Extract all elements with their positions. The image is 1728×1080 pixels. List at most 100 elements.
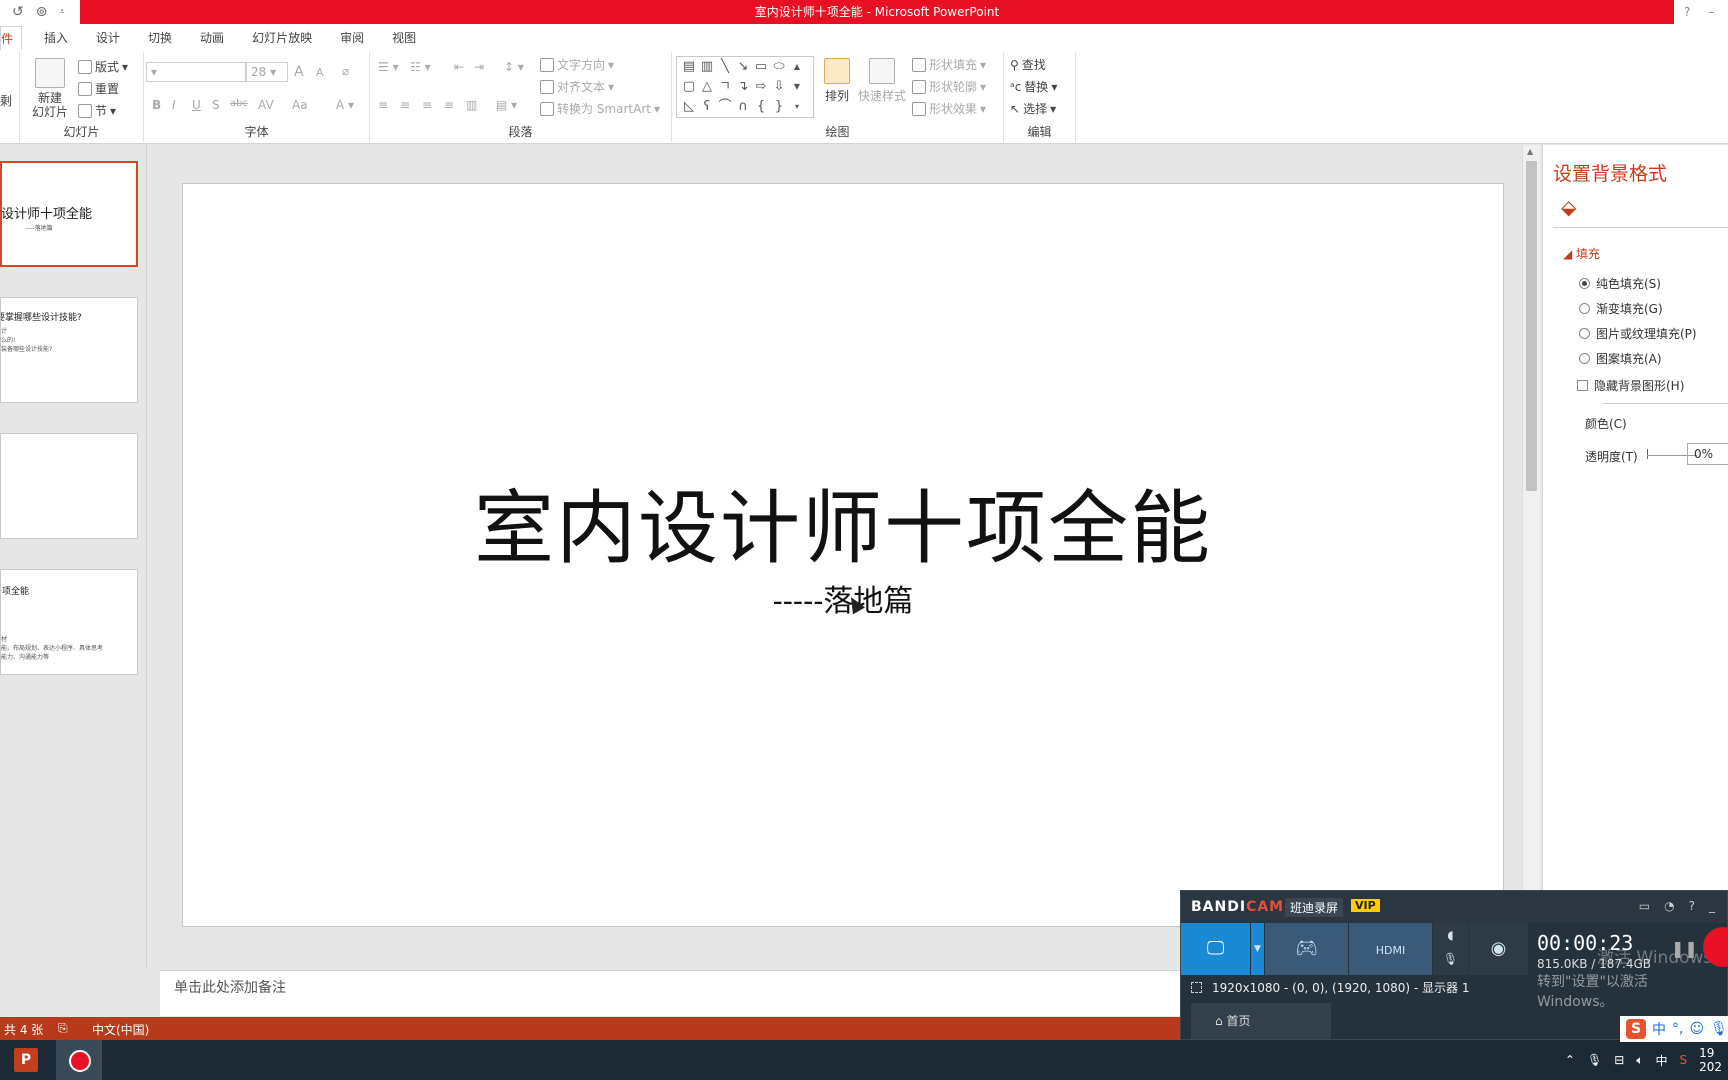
microphone-icon[interactable]: 🎙︎	[1587, 1053, 1602, 1067]
find-button[interactable]: ⚲ 查找	[1010, 56, 1046, 73]
scroll-up-icon[interactable]: ▲	[1527, 147, 1533, 156]
layout-button[interactable]: 版式 ▾	[78, 58, 128, 75]
speaker-icon[interactable]: ◖	[1447, 928, 1453, 942]
brace-left-shape-icon[interactable]: {	[752, 97, 770, 117]
tab-transitions[interactable]: 切换	[134, 26, 186, 50]
vertical-scrollbar[interactable]: ▲	[1522, 145, 1540, 967]
decrease-indent-icon[interactable]: ⇤	[454, 60, 464, 74]
freeform-shape-icon[interactable]: ◺	[680, 97, 698, 117]
increase-indent-icon[interactable]: ⇥	[474, 60, 484, 74]
bandicam-taskbar-icon[interactable]	[56, 1040, 102, 1080]
pause-icon[interactable]: ❚❚	[1671, 939, 1698, 958]
radio-button[interactable]	[1579, 303, 1590, 314]
webcam-button[interactable]: ◉	[1469, 923, 1529, 975]
grow-font-button[interactable]: A	[294, 64, 304, 80]
radio-button[interactable]	[1579, 328, 1590, 339]
clear-format-icon[interactable]: ⌀	[342, 64, 349, 78]
clock[interactable]: 19 202	[1699, 1046, 1722, 1074]
slide-thumbnail-2[interactable]: 需要掌握哪些设计技能? 计 么的! 装备哪些设计技能?	[0, 297, 138, 403]
italic-button[interactable]: I	[172, 98, 176, 112]
customize-qat-icon[interactable]: ⩡	[59, 7, 64, 17]
tab-design[interactable]: 设计	[82, 26, 134, 50]
volume-icon[interactable]: 🔈︎	[1636, 1053, 1643, 1068]
tab-slideshow[interactable]: 幻灯片放映	[238, 26, 326, 50]
vip-badge[interactable]: VIP	[1351, 899, 1380, 912]
align-center-icon[interactable]: ≡	[400, 98, 410, 112]
slide-thumbnail-3[interactable]	[0, 433, 138, 539]
transparency-slider-handle[interactable]	[1647, 449, 1648, 459]
tab-view[interactable]: 视图	[378, 26, 430, 50]
shape-fill-button[interactable]: 形状填充 ▾	[912, 56, 986, 73]
tab-file[interactable]: 文件	[0, 26, 22, 50]
sogou-tray-icon[interactable]: S	[1679, 1053, 1687, 1067]
language-indicator[interactable]: 中文(中国)	[92, 1021, 149, 1038]
radio-gradient-fill[interactable]: 渐变填充(G)	[1579, 300, 1663, 317]
vtextbox-shape-icon[interactable]: ▥	[698, 57, 716, 77]
justify-icon[interactable]: ≡	[444, 98, 454, 112]
font-color-button[interactable]: A ▾	[336, 98, 354, 112]
curve-shape-icon[interactable]: ∩	[734, 97, 752, 117]
home-nav-item[interactable]: ⌂ 首页	[1191, 1003, 1331, 1039]
gallery-up-icon[interactable]: ▲	[788, 57, 806, 77]
arrow-line-shape-icon[interactable]: ↘	[734, 57, 752, 77]
align-right-icon[interactable]: ≡	[422, 98, 432, 112]
change-case-button[interactable]: Aa	[292, 98, 308, 112]
minimize-button[interactable]: –	[1708, 5, 1714, 19]
transparency-input[interactable]: 0%	[1687, 443, 1728, 465]
emoji-icon[interactable]: ☺	[1689, 1021, 1704, 1037]
slide-title[interactable]: 室内设计师十项全能	[183, 464, 1503, 580]
help-button[interactable]: ?	[1684, 5, 1690, 19]
gallery-more-icon[interactable]: ▾	[788, 97, 806, 117]
align-left-icon[interactable]: ≡	[378, 98, 388, 112]
help-icon[interactable]: ?	[1689, 899, 1695, 913]
underline-button[interactable]: U	[192, 98, 201, 112]
columns-icon[interactable]: ▤ ▾	[496, 98, 517, 112]
radio-pattern-fill[interactable]: 图案填充(A)	[1579, 350, 1662, 367]
tab-insert[interactable]: 插入	[30, 26, 82, 50]
bullets-icon[interactable]: ☰ ▾	[378, 60, 399, 74]
ime-floating-bar[interactable]: S 中 °, ☺ 🎙︎	[1620, 1016, 1728, 1042]
new-slide-button[interactable]: 新建 幻灯片	[32, 58, 68, 119]
screen-mode-button[interactable]: 🖵︎	[1181, 923, 1251, 975]
game-mode-button[interactable]: 🎮︎	[1265, 923, 1349, 975]
gallery-down-icon[interactable]: ▼	[788, 77, 806, 97]
convert-smartart-button[interactable]: 转换为 SmartArt ▾	[540, 100, 660, 117]
font-name-combo[interactable]: ▾	[146, 62, 246, 82]
replace-button[interactable]: ᵃc 替换 ▾	[1010, 78, 1057, 95]
select-button[interactable]: ↖ 选择 ▾	[1010, 100, 1056, 117]
radio-button[interactable]	[1579, 278, 1590, 289]
font-size-combo[interactable]: 28 ▾	[246, 62, 288, 82]
device-mode-button[interactable]: HDMI	[1349, 923, 1433, 975]
arc-shape-icon[interactable]: ⌒	[716, 97, 734, 117]
line-spacing-icon[interactable]: ↕ ▾	[504, 60, 524, 74]
slide-thumbnail-4[interactable]: 十项全能 材 能、布局规划、表达小程序、具体思考 能力、沟通能力等	[0, 569, 138, 675]
radio-button[interactable]	[1579, 353, 1590, 364]
triangle-shape-icon[interactable]: △	[698, 77, 716, 97]
punctuation-icon[interactable]: °,	[1672, 1021, 1683, 1037]
tab-review[interactable]: 审阅	[326, 26, 378, 50]
rect-shape-icon[interactable]: ▭	[752, 57, 770, 77]
down-arrow-shape-icon[interactable]: ⇩	[770, 77, 788, 97]
slideshow-icon[interactable]: ⊚	[36, 4, 48, 20]
scribble-shape-icon[interactable]: ʕ	[698, 97, 716, 117]
current-slide[interactable]: 室内设计师十项全能 -----落地篇	[182, 183, 1504, 927]
shrink-font-button[interactable]: A	[316, 66, 324, 79]
redo-icon[interactable]: ↺	[12, 4, 24, 20]
scrollbar-thumb[interactable]	[1526, 161, 1537, 491]
bold-button[interactable]: B	[152, 98, 161, 112]
slide-thumbnail-1[interactable]: 内设计师十项全能 ----落地篇	[0, 161, 138, 267]
folder-icon[interactable]: ▭	[1639, 899, 1650, 913]
checkbox[interactable]	[1577, 380, 1588, 391]
textbox-shape-icon[interactable]: ▤	[680, 57, 698, 77]
char-spacing-button[interactable]: AV	[258, 98, 274, 112]
tray-up-arrow-icon[interactable]: ⌃	[1565, 1053, 1575, 1067]
elbow-arrow-shape-icon[interactable]: ↴	[734, 77, 752, 97]
minimize-icon[interactable]: _	[1709, 899, 1715, 913]
radio-picture-fill[interactable]: 图片或纹理填充(P)	[1579, 325, 1697, 342]
powerpoint-taskbar-icon[interactable]: P	[14, 1048, 38, 1072]
voice-icon[interactable]: 🎙︎	[1710, 1021, 1728, 1037]
screen-mode-dropdown[interactable]: ▼	[1251, 923, 1265, 975]
rounded-rect-shape-icon[interactable]: ▢	[680, 77, 698, 97]
radio-solid-fill[interactable]: 纯色填充(S)	[1579, 275, 1661, 292]
brace-right-shape-icon[interactable]: }	[770, 97, 788, 117]
